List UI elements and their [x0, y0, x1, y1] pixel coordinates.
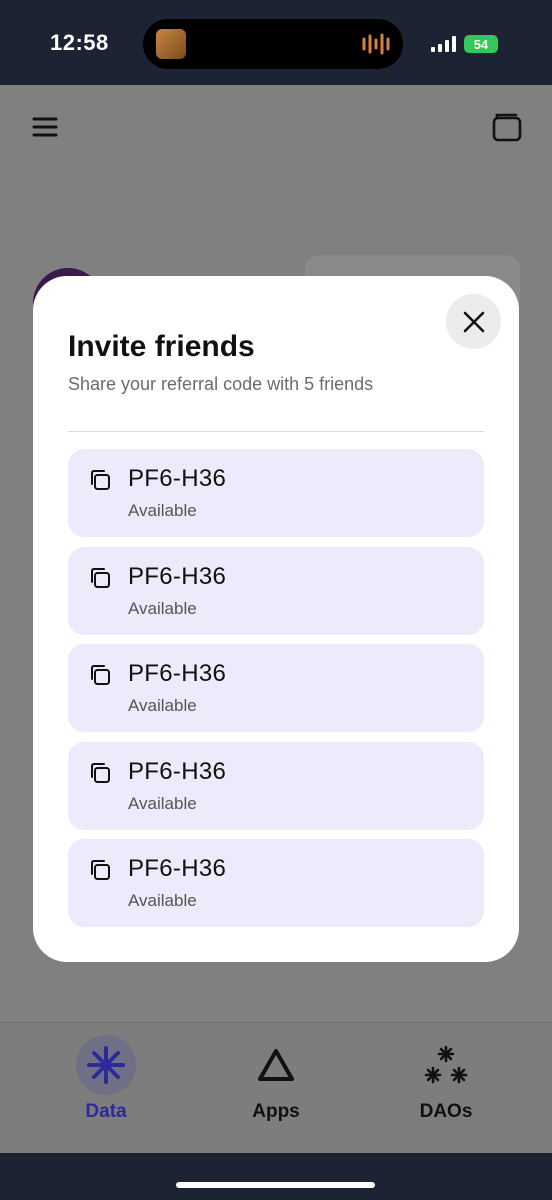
- nav-item-daos[interactable]: DAOs: [386, 1023, 506, 1143]
- status-time: 12:58: [50, 30, 109, 55]
- referral-code-item[interactable]: PF6-H36 Available: [68, 546, 484, 635]
- nav-item-apps[interactable]: Apps: [216, 1023, 336, 1143]
- close-button[interactable]: [446, 294, 501, 349]
- referral-code-item[interactable]: PF6-H36 Available: [68, 741, 484, 830]
- copy-icon[interactable]: [88, 761, 112, 785]
- cellular-signal-icon: [431, 36, 456, 52]
- referral-code-list: PF6-H36 Available PF6-H36 Available PF6-…: [68, 449, 484, 937]
- wallet-icon[interactable]: [492, 112, 522, 142]
- referral-code: PF6-H36: [128, 562, 227, 590]
- battery-indicator: 54: [464, 35, 498, 53]
- referral-code: PF6-H36: [128, 465, 227, 492]
- code-status: Available: [128, 696, 197, 715]
- copy-icon[interactable]: [88, 663, 112, 687]
- nav-label-data: Data: [85, 1101, 127, 1122]
- nav-label-daos: DAOs: [419, 1101, 473, 1122]
- modal-title: Invite friends: [68, 330, 255, 363]
- battery-level: 54: [473, 36, 489, 52]
- hamburger-menu-icon[interactable]: [32, 116, 58, 138]
- asterisk-icon: [87, 1046, 125, 1084]
- nav-item-data[interactable]: Data: [46, 1023, 166, 1143]
- home-indicator-area: [0, 1153, 552, 1200]
- close-icon: [463, 311, 484, 332]
- referral-code: PF6-H36: [128, 660, 227, 687]
- copy-icon[interactable]: [88, 858, 112, 882]
- nav-label-apps: Apps: [252, 1101, 300, 1122]
- referral-code-item[interactable]: PF6-H36 Available: [68, 644, 484, 732]
- referral-code: PF6-H36: [128, 757, 227, 785]
- home-indicator[interactable]: [176, 1182, 375, 1188]
- divider: [68, 431, 484, 432]
- copy-icon[interactable]: [88, 566, 112, 590]
- modal-subtitle: Share your referral code with 5 friends: [68, 374, 374, 394]
- invite-friends-modal: Invite friends Share your referral code …: [33, 276, 519, 962]
- now-playing-artwork: [156, 29, 186, 59]
- code-status: Available: [128, 598, 197, 618]
- code-status: Available: [128, 793, 197, 813]
- referral-code-item[interactable]: PF6-H36 Available: [68, 449, 484, 537]
- bottom-navigation: Data Apps DAOs: [0, 1022, 552, 1154]
- code-status: Available: [128, 891, 197, 910]
- audio-wave-icon: [362, 33, 390, 55]
- copy-icon[interactable]: [88, 468, 112, 492]
- referral-code: PF6-H36: [128, 855, 227, 882]
- status-bar: 12:58 54: [0, 0, 552, 85]
- stars-icon: [424, 1045, 468, 1084]
- code-status: Available: [128, 501, 197, 520]
- dynamic-island: [143, 19, 403, 69]
- triangle-icon: [258, 1049, 294, 1081]
- referral-code-item[interactable]: PF6-H36 Available: [68, 839, 484, 927]
